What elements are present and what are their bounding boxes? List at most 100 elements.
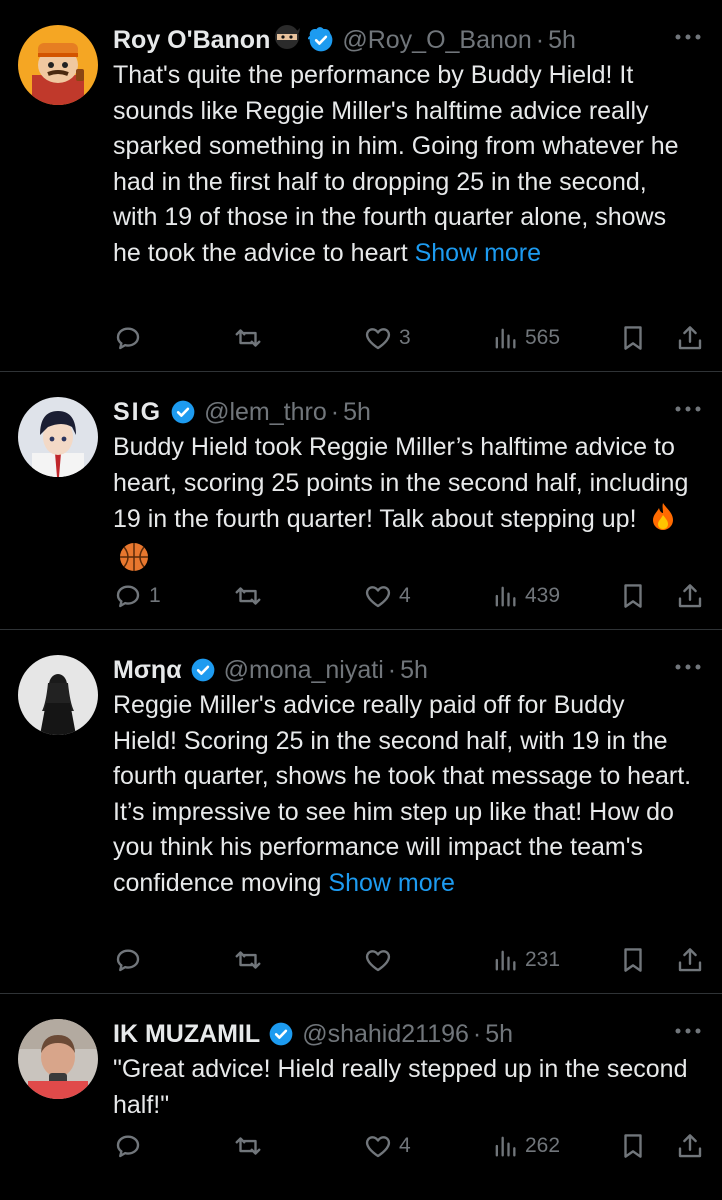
tweet-text: "Great advice! Hield really stepped up i… [113,1052,704,1123]
tweet-header: Μσηα @mona_niyati · 5h [113,650,704,690]
avatar[interactable] [18,397,98,477]
author-name[interactable]: Roy O'Banon [113,26,270,55]
tweet[interactable]: Roy O'Banon @Roy_O_Banon · 5h That's qui… [0,0,722,372]
reply-icon [116,1135,140,1158]
views-button[interactable]: 565 [491,324,560,352]
tweet-header: IK MUZAMIL @shahid21196 · 5h [113,1014,704,1054]
avatar[interactable] [18,25,98,105]
repost-icon [235,951,261,969]
more-options-icon[interactable] [674,662,702,672]
more-options-icon[interactable] [674,404,702,414]
tweet-text-content: "Great advice! Hield really stepped up i… [113,1055,688,1119]
avatar[interactable] [18,1019,98,1099]
share-icon [678,1134,702,1158]
bookmark-button[interactable] [618,581,648,611]
repost-button[interactable] [233,1131,269,1161]
action-bar: 4 262 [113,1126,704,1166]
action-bar: 3 565 [113,318,704,358]
ninja-emoji [274,24,301,57]
fire-emoji [649,501,677,542]
like-button[interactable]: 4 [363,581,411,611]
avatar[interactable] [18,655,98,735]
views-button[interactable]: 439 [491,582,560,610]
repost-icon [235,329,261,347]
author-handle[interactable]: @lem_thro [204,398,327,427]
author-handle[interactable]: @shahid21196 [302,1020,469,1049]
like-count: 4 [399,1134,411,1157]
bookmark-icon [624,584,642,608]
author-handle[interactable]: @mona_niyati [224,656,384,685]
tweet[interactable]: SIG @lem_thro · 5h Buddy Hield took Regg… [0,372,722,630]
views-icon [495,328,516,349]
reply-button[interactable] [113,945,149,975]
tweet-text-content: Reggie Miller's advice really paid off f… [113,691,692,897]
like-count: 4 [399,584,411,607]
heart-icon [365,1136,391,1158]
reply-icon [116,949,140,972]
views-button[interactable]: 231 [491,946,560,974]
like-button[interactable]: 3 [363,323,411,353]
repost-button[interactable] [233,581,269,611]
share-button[interactable] [675,323,705,353]
author-name[interactable]: IK MUZAMIL [113,1020,260,1049]
show-more-link[interactable]: Show more [415,239,541,267]
separator-dot: · [535,25,545,54]
reply-button[interactable] [113,1131,149,1161]
share-icon [678,326,702,350]
author-name[interactable]: Μσηα [113,656,182,685]
heart-icon [365,586,391,608]
timestamp[interactable]: 5h [400,656,428,685]
verified-badge-icon [269,1022,293,1046]
share-button[interactable] [675,581,705,611]
heart-icon [365,950,391,972]
separator-dot: · [330,397,340,426]
reply-icon [116,585,140,608]
action-bar: 231 [113,940,704,980]
tweet-text: That's quite the performance by Buddy Hi… [113,58,704,271]
bookmark-button[interactable] [618,1131,648,1161]
tweet-header: Roy O'Banon @Roy_O_Banon · 5h [113,20,704,60]
timestamp[interactable]: 5h [548,26,576,55]
more-options-icon[interactable] [674,1026,702,1036]
tweet[interactable]: IK MUZAMIL @shahid21196 · 5h "Great advi… [0,994,722,1200]
bookmark-button[interactable] [618,945,648,975]
share-button[interactable] [675,945,705,975]
repost-button[interactable] [233,323,269,353]
repost-icon [235,587,261,605]
views-icon [495,950,516,971]
author-handle[interactable]: @Roy_O_Banon [342,26,531,55]
tweet-text-content: Buddy Hield took Reggie Miller’s halftim… [113,433,689,533]
reply-button[interactable]: 1 [113,581,161,611]
reply-button[interactable] [113,323,149,353]
like-button[interactable]: 4 [363,1131,411,1161]
tweet-text: Reggie Miller's advice really paid off f… [113,688,704,901]
tweet-header: SIG @lem_thro · 5h [113,392,704,432]
share-icon [678,948,702,972]
bookmark-button[interactable] [618,323,648,353]
reply-count: 1 [149,584,161,607]
view-count: 262 [525,1134,561,1157]
author-name[interactable]: SIG [113,398,162,427]
share-icon [678,584,702,608]
repost-icon [235,1137,261,1155]
verified-badge-icon [308,27,333,52]
timestamp[interactable]: 5h [343,398,371,427]
verified-badge-icon [191,658,214,682]
tweet-text: Buddy Hield took Reggie Miller’s halftim… [113,430,704,582]
reply-feed: Roy O'Banon @Roy_O_Banon · 5h That's qui… [0,0,722,1200]
share-button[interactable] [675,1131,705,1161]
show-more-link[interactable]: Show more [328,869,454,897]
separator-dot: · [472,1019,482,1048]
more-options-icon[interactable] [674,32,702,42]
bookmark-icon [624,948,642,972]
repost-button[interactable] [233,945,269,975]
views-button[interactable]: 262 [491,1132,560,1160]
action-bar: 1 4 439 [113,576,704,616]
separator-dot: · [387,655,397,684]
like-button[interactable] [363,945,399,975]
bookmark-icon [624,326,642,350]
tweet[interactable]: Μσηα @mona_niyati · 5h Reggie Miller's a… [0,630,722,994]
timestamp[interactable]: 5h [485,1020,513,1049]
like-count: 3 [399,326,411,349]
bookmark-icon [624,1134,642,1158]
